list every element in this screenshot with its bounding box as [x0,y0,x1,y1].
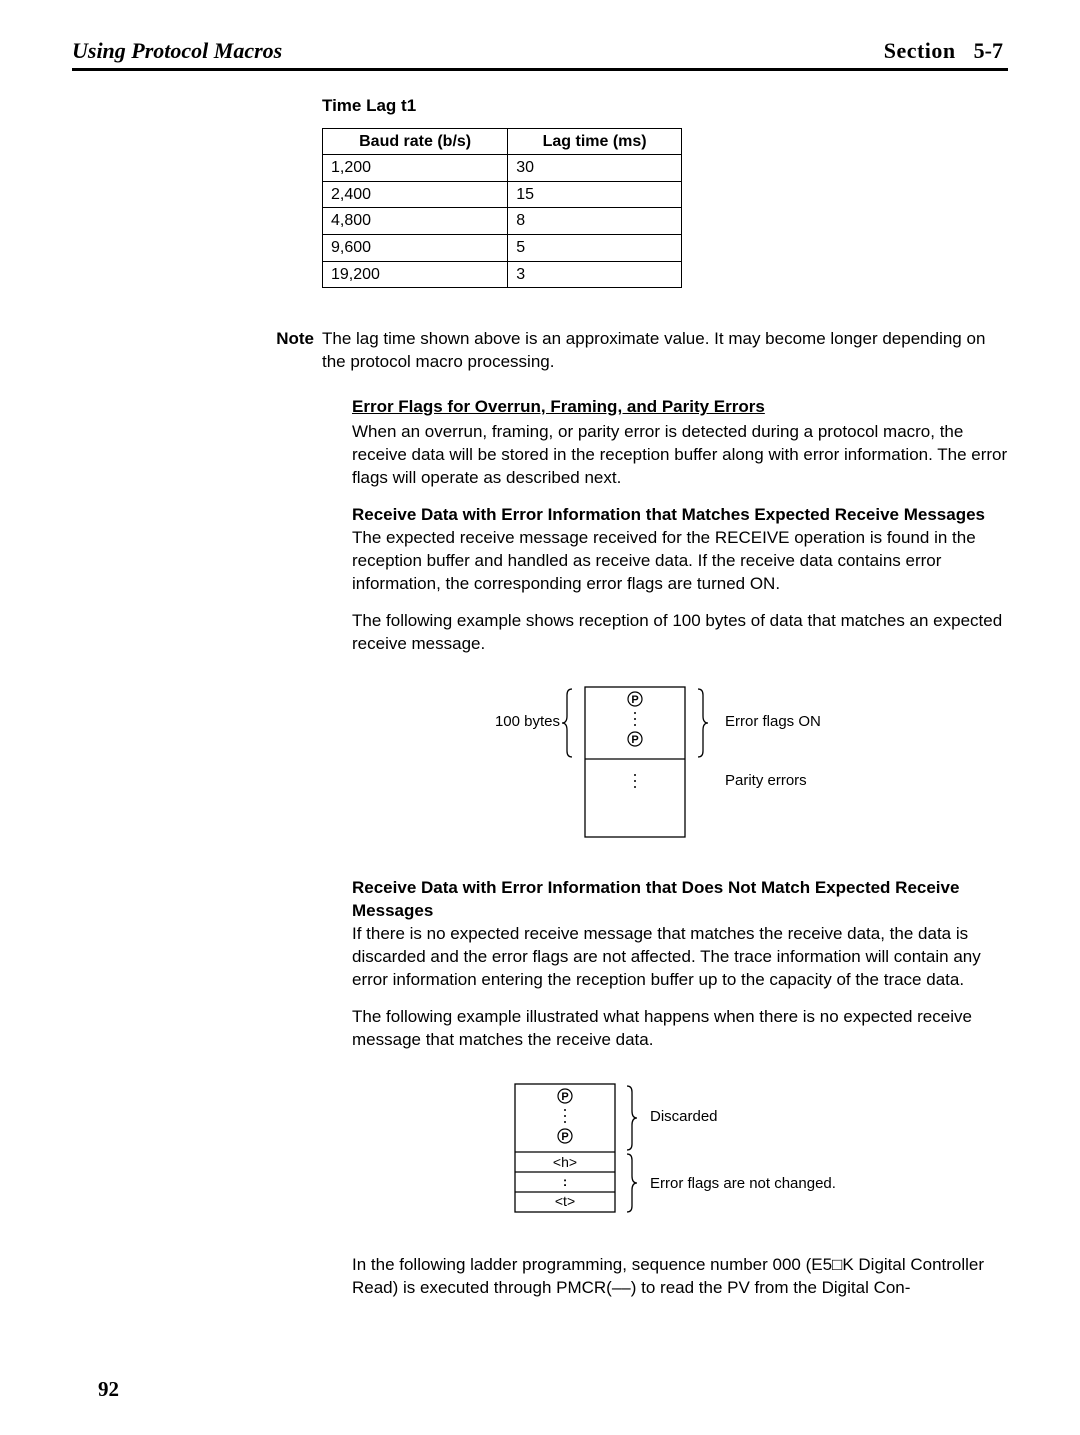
table-cell: 2,400 [323,181,508,208]
diagram2-h-row: <h> [553,1154,577,1170]
table-header: Lag time (ms) [508,128,682,155]
page-header: Using Protocol Macros Section 5-7 [72,36,1008,71]
table-cell: 19,200 [323,261,508,288]
table-cell: 9,600 [323,235,508,262]
table-row: 4,8008 [323,208,682,235]
table-row: 19,2003 [323,261,682,288]
svg-text:P: P [631,694,638,706]
table-row: 1,20030 [323,155,682,182]
table-header: Baud rate (b/s) [323,128,508,155]
section-number: 5-7 [974,36,1003,66]
svg-text:P: P [561,1091,568,1103]
diagram-match: 100 bytes P P [322,683,1008,843]
page-number: 92 [98,1375,119,1403]
nomatch-paragraph: If there is no expected receive message … [352,924,981,989]
table-cell: 4,800 [323,208,508,235]
nomatch-heading: Receive Data with Error Information that… [352,878,959,920]
diagram2-t-row: <t> [555,1193,575,1209]
section-label: Section [884,36,956,66]
table-row: 9,6005 [323,235,682,262]
table-cell: 1,200 [323,155,508,182]
diagram-nomatch: P P <h> : <t> Discarded Error flags [322,1080,1008,1220]
diagram1-right-bottom: Parity errors [725,772,807,789]
match-example-intro: The following example shows reception of… [352,610,1008,656]
svg-text:P: P [561,1131,568,1143]
table-cell: 8 [508,208,682,235]
table-cell: 15 [508,181,682,208]
note-label: Note [260,328,314,374]
match-heading: Receive Data with Error Information that… [352,505,985,524]
nomatch-example-intro: The following example illustrated what h… [352,1006,1008,1052]
table-cell: 3 [508,261,682,288]
subhead-time-lag: Time Lag t1 [322,95,1008,118]
ladder-paragraph: In the following ladder programming, seq… [352,1254,1008,1300]
svg-text::: : [563,1174,567,1189]
error-flags-heading: Error Flags for Overrun, Framing, and Pa… [352,396,1008,419]
note-text: The lag time shown above is an approxima… [322,328,1008,374]
table-cell: 5 [508,235,682,262]
time-lag-table: Baud rate (b/s) Lag time (ms) 1,20030 2,… [322,128,682,289]
diagram2-right-top: Discarded [650,1108,718,1125]
diagram1-left-label: 100 bytes [495,713,560,730]
diagram1-right-top: Error flags ON [725,713,821,730]
svg-text:P: P [631,734,638,746]
table-cell: 30 [508,155,682,182]
error-flags-paragraph: When an overrun, framing, or parity erro… [352,421,1008,490]
match-paragraph: The expected receive message received fo… [352,528,976,593]
diagram2-right-bottom: Error flags are not changed. [650,1175,836,1192]
header-title-right: Section 5-7 [884,36,1003,66]
table-row: 2,40015 [323,181,682,208]
header-title-left: Using Protocol Macros [72,36,282,66]
